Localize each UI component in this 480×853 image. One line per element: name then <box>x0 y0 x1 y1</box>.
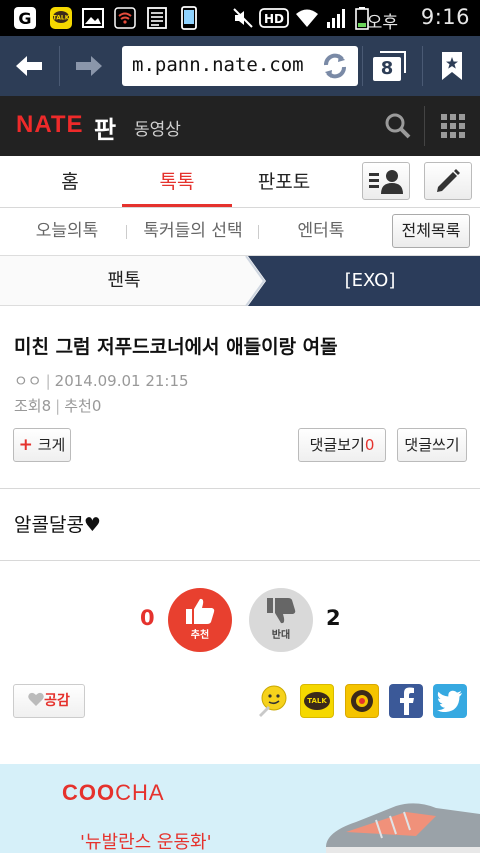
tab-count: 8 <box>373 57 401 81</box>
view-comments-label: 댓글보기 <box>309 436 365 454</box>
subtab-today[interactable]: 오늘의톡 <box>12 208 122 254</box>
toolbar-divider <box>362 46 363 86</box>
tabs-button[interactable]: 8 <box>364 36 416 96</box>
font-size-button[interactable]: + 크게 <box>13 428 71 462</box>
sneaker-image <box>326 803 480 853</box>
plus-icon: + <box>18 435 33 455</box>
breadcrumb-exo[interactable]: [EXO] <box>250 256 480 306</box>
subtab-entertain[interactable]: 엔터톡 <box>266 208 376 254</box>
toolbar-divider <box>422 46 423 86</box>
note-icon <box>144 6 170 30</box>
write-comment-button[interactable]: 댓글쓰기 <box>397 428 467 462</box>
forward-button[interactable] <box>60 36 118 96</box>
search-icon[interactable] <box>384 112 412 144</box>
svg-text:HD: HD <box>264 12 284 26</box>
wifi-alert-icon <box>112 6 138 30</box>
hd-icon: HD <box>258 6 290 30</box>
refresh-icon[interactable] <box>320 51 350 85</box>
arrow-right-icon <box>76 56 102 76</box>
post-views: 조회8 <box>14 397 52 415</box>
oppose-count: 2 <box>326 606 341 630</box>
svg-text:TALK: TALK <box>53 15 70 22</box>
recommend-count: 0 <box>140 606 155 630</box>
write-button[interactable] <box>424 162 472 200</box>
comments-count: 0 <box>364 436 375 454</box>
gallery-icon <box>80 6 106 30</box>
recommend-label: 추천 <box>190 630 210 641</box>
main-tabs: 홈 톡톡 판포토 <box>0 156 480 208</box>
nate-logo[interactable]: NATE <box>16 111 84 139</box>
heart-icon <box>28 692 44 706</box>
grid-menu-icon[interactable] <box>440 113 466 143</box>
pan-logo[interactable]: 판 <box>94 110 116 145</box>
post-recommends: 추천0 <box>64 397 102 415</box>
sub-tabs: 오늘의톡 톡커들의 선택 엔터톡 전체목록 <box>0 208 480 256</box>
post-meta: ㅇㅇ | 2014.09.01 21:15 <box>14 370 189 391</box>
post-body: 알콜달콩♥ <box>14 514 101 536</box>
font-size-label: 크게 <box>37 436 66 454</box>
talk-icon: TALK <box>48 6 74 30</box>
coocha-logo-cha: CHA <box>115 780 165 805</box>
url-text: m.pann.nate.com <box>132 54 304 76</box>
kakaostory-icon[interactable] <box>345 684 379 718</box>
kakaotalk-text: TALK <box>304 692 330 710</box>
tabs-icon: 8 <box>373 51 407 81</box>
wifi-icon <box>294 6 320 30</box>
like-button[interactable]: 공감 <box>13 684 85 718</box>
oppose-button[interactable]: 반대 <box>249 588 313 652</box>
active-tab-indicator <box>122 204 232 207</box>
all-list-button[interactable]: 전체목록 <box>392 214 470 248</box>
browser-toolbar: m.pann.nate.com 8 <box>0 36 480 96</box>
signal-icon <box>324 6 350 30</box>
arrow-left-icon <box>16 56 42 76</box>
post-author: ㅇㅇ <box>14 372 42 390</box>
subtab-choice[interactable]: 톡커들의 선택 <box>132 208 254 254</box>
status-bar: G TALK HD 오후 9:16 <box>0 0 480 36</box>
svg-text:G: G <box>18 9 31 28</box>
emoticon-share-icon[interactable] <box>256 684 290 718</box>
thumbs-down-icon <box>267 598 296 624</box>
kakaotalk-icon[interactable]: TALK <box>300 684 334 718</box>
like-label: 공감 <box>44 693 70 709</box>
facebook-icon[interactable] <box>389 684 423 718</box>
ad-text: '뉴발란스 운동화' <box>80 832 212 853</box>
breadcrumb-fantalk[interactable]: 팬톡 <box>0 256 248 306</box>
tab-panphoto[interactable]: 판포토 <box>234 156 334 208</box>
subtab-divider <box>258 225 259 239</box>
thumbs-up-icon <box>186 598 215 624</box>
post-title: 미친 그럼 저푸드코너에서 애들이랑 여돌 <box>14 336 338 358</box>
my-page-button[interactable] <box>362 162 410 200</box>
content-divider <box>0 560 480 561</box>
back-button[interactable] <box>0 36 58 96</box>
mute-icon <box>230 6 256 30</box>
phone-icon <box>176 6 202 30</box>
bookmark-button[interactable] <box>424 36 480 96</box>
g-icon: G <box>12 6 38 30</box>
video-link[interactable]: 동영상 <box>134 115 181 140</box>
header-divider <box>424 106 425 146</box>
breadcrumb: 팬톡 [EXO] <box>0 256 480 306</box>
tab-toktok[interactable]: 톡톡 <box>122 156 232 208</box>
meta-divider: | <box>45 372 51 390</box>
status-time: 9:16 <box>420 5 470 29</box>
user-list-icon <box>369 170 403 194</box>
content-divider <box>0 488 480 489</box>
twitter-icon[interactable] <box>433 684 467 718</box>
subtab-divider <box>126 225 127 239</box>
site-header: NATE 판 동영상 <box>0 96 480 156</box>
address-bar[interactable]: m.pann.nate.com <box>122 46 358 86</box>
recommend-button[interactable]: 추천 <box>168 588 232 652</box>
bookmark-icon <box>442 52 462 80</box>
status-ampm: 오후 <box>366 13 398 33</box>
meta-divider: | <box>55 397 61 415</box>
coocha-logo: COOCHA <box>62 780 165 806</box>
ad-banner[interactable]: COOCHA '뉴발란스 운동화' <box>0 764 480 853</box>
oppose-label: 반대 <box>271 630 291 641</box>
post-stats: 조회8 | 추천0 <box>14 395 101 416</box>
post-date: 2014.09.01 21:15 <box>54 372 189 390</box>
view-comments-button[interactable]: 댓글보기0 <box>298 428 386 462</box>
pencil-icon <box>437 169 460 192</box>
coocha-logo-coo: COO <box>62 780 116 805</box>
tab-home[interactable]: 홈 <box>20 156 120 208</box>
